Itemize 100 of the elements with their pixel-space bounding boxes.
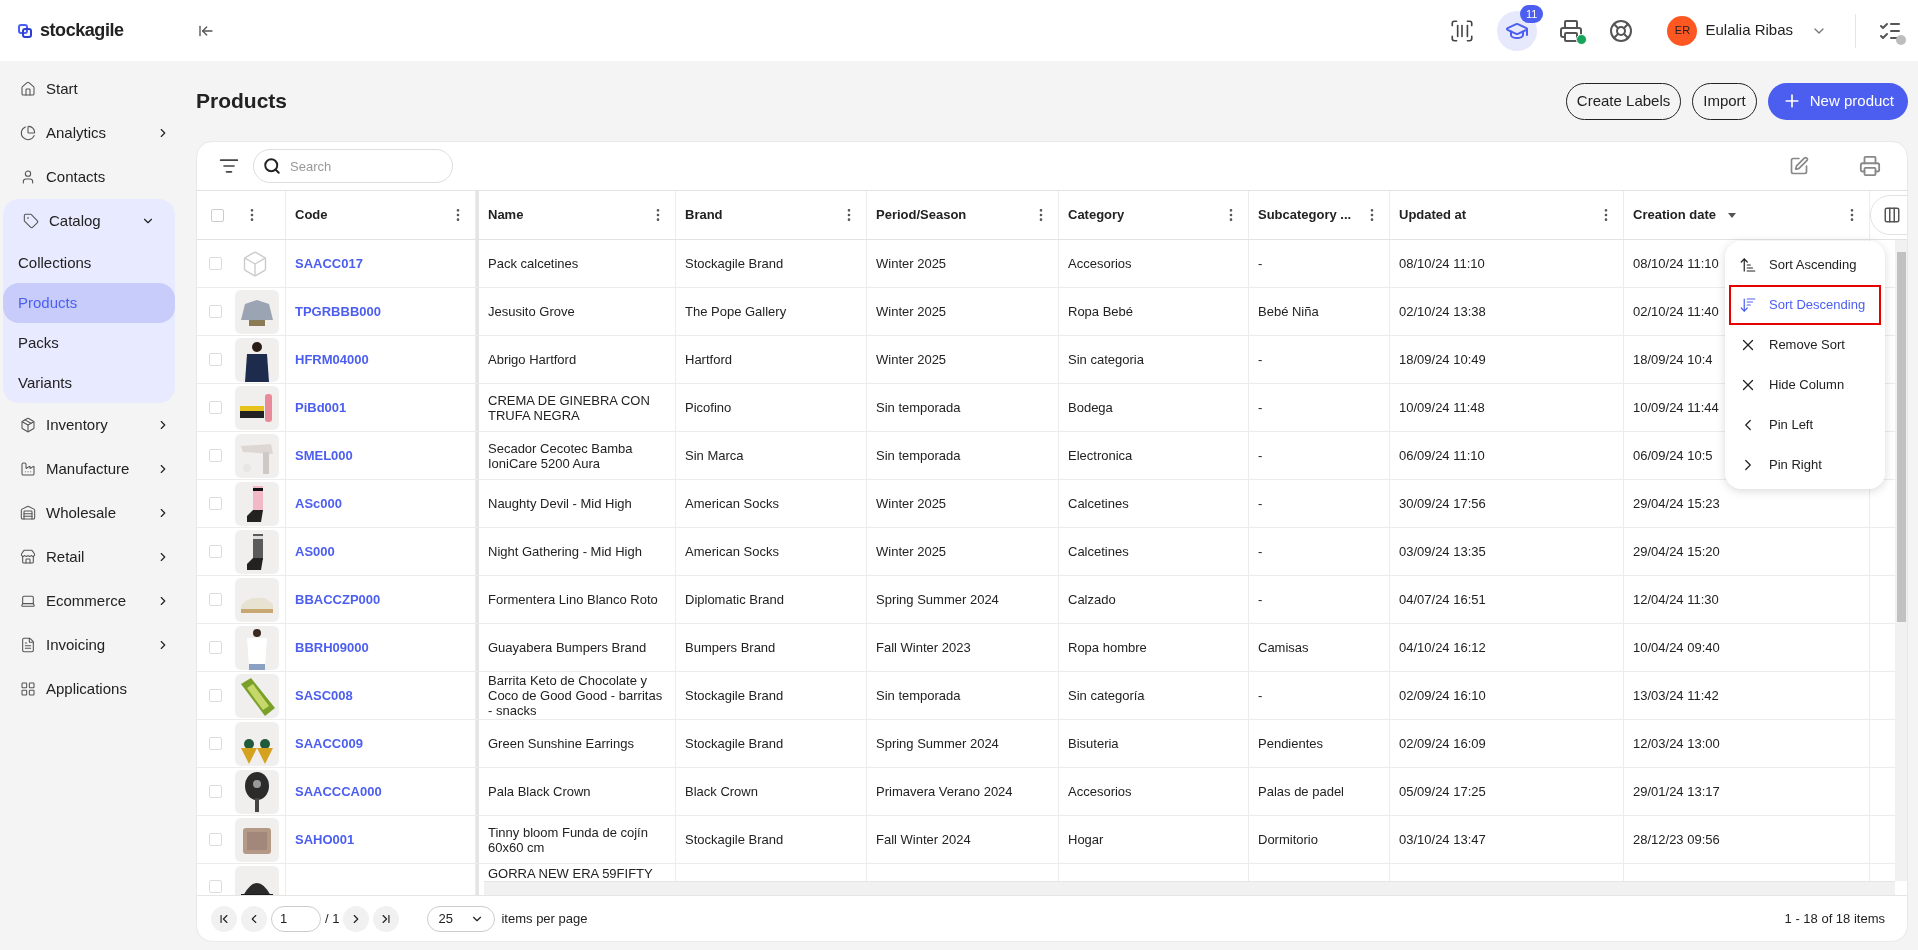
page-input[interactable]: 1 [271, 905, 321, 932]
checkbox[interactable] [209, 880, 222, 893]
column-header[interactable]: Creation date [1633, 205, 1717, 225]
checkbox[interactable] [209, 257, 222, 270]
checkbox[interactable] [209, 497, 222, 510]
checkbox[interactable] [209, 545, 222, 558]
table-cell: 12/03/24 13:00 [1633, 736, 1720, 751]
edit-button[interactable] [1789, 156, 1809, 176]
sidebar-item[interactable]: Ecommerce [0, 579, 190, 623]
checkbox[interactable] [211, 208, 224, 222]
column-header[interactable]: Code [295, 205, 328, 225]
sidebar-item[interactable]: Start [0, 67, 190, 111]
table-cell-text: Secador Cecotec Bamba IoniCare 5200 Aura [488, 440, 634, 471]
vertical-scrollbar[interactable] [1895, 240, 1907, 881]
table-cell: Camisas [1258, 640, 1309, 655]
sidebar-item[interactable]: Invoicing [0, 623, 190, 667]
page-count: / 1 [325, 909, 340, 928]
column-chooser-button[interactable] [1870, 195, 1907, 235]
column-header[interactable]: Category [1068, 205, 1125, 225]
sidebar-subitem[interactable]: Variants [3, 363, 175, 403]
product-code-link[interactable]: SAACC017 [295, 253, 363, 274]
help-button[interactable] [1609, 18, 1634, 43]
table-cell: Primavera Verano 2024 [876, 784, 1013, 799]
menu-item[interactable]: Hide Column [1729, 365, 1881, 405]
product-code-link[interactable]: SMEL000 [295, 445, 353, 466]
column-header[interactable]: Subcategory ... [1258, 205, 1352, 225]
first-page-button[interactable] [211, 905, 237, 932]
table-cell: Accesorios [1068, 256, 1132, 271]
sidebar-subitem[interactable]: Collections [3, 243, 175, 283]
user-name: Eulalia Ribas [1705, 20, 1793, 41]
product-code-link[interactable]: BBRH09000 [295, 637, 369, 658]
product-code-link[interactable]: BBACCZP000 [295, 589, 381, 610]
search-field[interactable]: Search [253, 149, 453, 183]
horizontal-scrollbar[interactable] [484, 881, 1895, 895]
sidebar-item[interactable]: Analytics [0, 111, 190, 155]
product-code-link[interactable]: HFRM04000 [295, 349, 369, 370]
table-cell: Ropa hombre [1068, 640, 1147, 655]
product-code-link[interactable]: ASc000 [295, 493, 342, 514]
table-cell: 02/09/24 16:10 [1399, 688, 1486, 703]
checkbox[interactable] [209, 737, 222, 750]
menu-item[interactable]: Remove Sort [1729, 325, 1881, 365]
package-icon [20, 417, 36, 433]
table-cell: Sin categoría [1068, 688, 1145, 703]
table-cell: Pack calcetines [488, 256, 579, 271]
checkbox[interactable] [209, 785, 222, 798]
academy-button[interactable] [1497, 10, 1538, 51]
product-code-link[interactable]: SAACC009 [295, 733, 363, 754]
table-cell: GORRA NEW ERA 59FIFTY [488, 866, 653, 881]
table-cell: Winter 2025 [876, 304, 947, 319]
product-code-link[interactable]: SAHO001 [295, 829, 355, 850]
sidebar-item[interactable]: Catalog [3, 199, 175, 243]
table-cell: 04/07/24 16:51 [1399, 592, 1486, 607]
product-code-link[interactable]: AS000 [295, 541, 335, 562]
sidebar-item[interactable]: Applications [0, 667, 190, 711]
table-cell: Ropa Bebé [1068, 304, 1134, 319]
product-code-link[interactable]: SASC008 [295, 685, 353, 706]
filter-button[interactable] [219, 156, 239, 176]
table-cell: Hogar [1068, 832, 1104, 847]
barcode-scanner-button[interactable] [1449, 17, 1476, 44]
checkbox[interactable] [209, 689, 222, 702]
sort-caret-icon [1728, 212, 1737, 218]
column-header[interactable]: Name [488, 205, 524, 225]
product-code-link[interactable]: SAACCCA000 [295, 781, 382, 802]
sidebar-subitem[interactable]: Packs [3, 323, 175, 363]
checkbox[interactable] [209, 833, 222, 846]
store-icon [20, 549, 36, 565]
user-menu[interactable]: ER Eulalia Ribas [1667, 15, 1827, 46]
new-product-button[interactable]: New product [1767, 82, 1908, 120]
sidebar-item[interactable]: Contacts [0, 155, 190, 199]
sidebar-item[interactable]: Retail [0, 535, 190, 579]
checkbox[interactable] [209, 449, 222, 462]
product-code-link[interactable]: TPGRBBB000 [295, 301, 381, 322]
table-cell: Night Gathering - Mid High [488, 544, 642, 559]
menu-item[interactable]: Pin Right [1729, 445, 1881, 485]
items-summary: 1 - 18 of 18 items [1784, 909, 1886, 928]
table-cell: Hartford [685, 352, 732, 367]
checkbox[interactable] [209, 641, 222, 654]
sidebar-item[interactable]: Inventory [0, 403, 190, 447]
table-cell: Guayabera Bumpers Brand [488, 640, 647, 655]
logo-text: stockagile [40, 19, 124, 42]
checkbox[interactable] [209, 353, 222, 366]
table-cell: Electronica [1068, 448, 1133, 463]
menu-item[interactable]: Sort Ascending [1729, 245, 1881, 285]
menu-item[interactable]: Sort Descending [1729, 285, 1881, 325]
column-header[interactable]: Updated at [1399, 205, 1467, 225]
table-cell: - [1258, 400, 1263, 415]
sidebar-item[interactable]: Manufacture [0, 447, 190, 491]
print-button[interactable] [1859, 155, 1881, 177]
checkbox[interactable] [209, 593, 222, 606]
table-cell-text: CREMA DE GINEBRA CON TRUFA NEGRA [488, 392, 651, 423]
checkbox[interactable] [209, 305, 222, 318]
column-header[interactable]: Period/Season [876, 205, 967, 225]
menu-item[interactable]: Pin Left [1729, 405, 1881, 445]
last-page-button[interactable] [373, 905, 400, 932]
sidebar-item[interactable]: Wholesale [0, 491, 190, 535]
checkbox[interactable] [209, 401, 222, 414]
product-code-link[interactable]: PiBd001 [295, 397, 347, 418]
logo-icon [18, 23, 32, 38]
column-header[interactable]: Brand [685, 205, 723, 225]
table-cell: - [1258, 544, 1263, 559]
